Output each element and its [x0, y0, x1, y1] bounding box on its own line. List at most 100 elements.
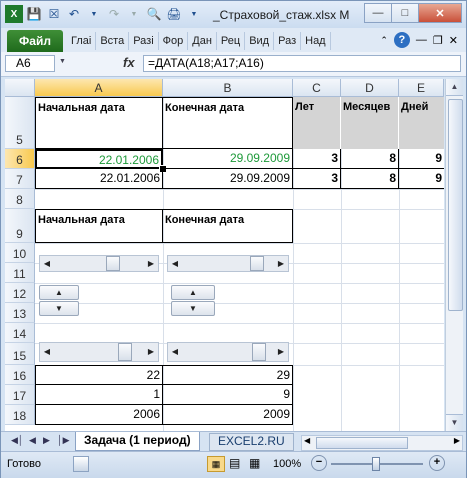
row-header-13[interactable]: 13 [5, 303, 35, 323]
column-header-e[interactable]: E [399, 79, 444, 97]
scroll-thumb[interactable] [250, 256, 264, 271]
worksheet-grid[interactable]: A B C D E 5 6 7 8 9 10 11 12 13 14 15 16… [5, 79, 444, 431]
normal-view-icon[interactable]: ▦ [207, 456, 225, 472]
print-preview-icon[interactable]: 🔍 [145, 5, 163, 23]
workbook-minimize-icon[interactable]: — [416, 34, 427, 46]
cell-a6[interactable]: 22.01.2006 [35, 149, 163, 169]
end-month-spinner-up[interactable]: ▲ [171, 285, 215, 300]
cell-d5[interactable]: Месяцев [341, 97, 399, 149]
help-icon[interactable]: ? [393, 32, 410, 48]
vertical-scrollbar[interactable]: ▲ ▼ [445, 79, 463, 431]
cell-b17[interactable]: 9 [163, 385, 293, 405]
page-break-view-icon[interactable]: ▦ [249, 456, 260, 470]
formula-input[interactable]: =ДАТА(A18;A17;A16) [143, 55, 461, 72]
close-button[interactable]: ✕ [418, 3, 462, 23]
tab-data[interactable]: Дан [188, 32, 217, 50]
row-header-18[interactable]: 18 [5, 405, 35, 425]
first-sheet-icon[interactable]: ◀│ [11, 435, 24, 446]
excel-app-icon[interactable]: X [5, 5, 23, 23]
row-header-16[interactable]: 16 [5, 365, 35, 385]
page-layout-view-icon[interactable]: ▤ [229, 456, 240, 470]
row-header-11[interactable]: 11 [5, 263, 35, 283]
tab-formulas[interactable]: Фор [159, 32, 189, 50]
minimize-button[interactable]: — [364, 3, 392, 23]
row-header-12[interactable]: 12 [5, 283, 35, 303]
scroll-left-icon[interactable]: ◀ [40, 256, 54, 271]
workbook-restore-icon[interactable]: ❐ [433, 34, 443, 47]
scroll-left-icon[interactable]: ◀ [168, 343, 182, 358]
cell-d7[interactable]: 8 [341, 169, 399, 189]
cell-b5[interactable]: Конечная дата [163, 97, 293, 149]
start-year-scrollbar[interactable]: ◀ ▶ [39, 342, 159, 362]
tab-view[interactable]: Вид [245, 32, 275, 50]
cell-a17[interactable]: 1 [35, 385, 163, 405]
undo-icon[interactable]: ↶ [65, 5, 83, 23]
tab-page-layout[interactable]: Разі [129, 32, 159, 50]
scroll-left-icon[interactable]: ◀ [40, 343, 54, 358]
column-header-b[interactable]: B [163, 79, 293, 97]
scroll-thumb[interactable] [106, 256, 120, 271]
tab-developer[interactable]: Раз [274, 32, 302, 50]
cell-a5[interactable]: Начальная дата [35, 97, 163, 149]
zoom-in-icon[interactable]: + [429, 455, 445, 471]
next-sheet-icon[interactable]: ▶ [43, 435, 50, 446]
scroll-thumb[interactable] [252, 343, 266, 361]
workbook-close-icon[interactable]: ✕ [449, 34, 458, 47]
horizontal-scrollbar[interactable]: ◀ ▶ [301, 435, 463, 451]
cell-e6[interactable]: 9 [399, 149, 444, 169]
cell-b6[interactable]: 29.09.2009 [163, 149, 293, 169]
zoom-out-icon[interactable]: − [311, 455, 327, 471]
start-day-scrollbar[interactable]: ◀ ▶ [39, 255, 159, 272]
cell-b18[interactable]: 2009 [163, 405, 293, 425]
sheet-tab-excel2[interactable]: EXCEL2.RU [209, 433, 294, 451]
cell-b16[interactable]: 29 [163, 365, 293, 385]
cell-b9[interactable]: Конечная дата [163, 209, 293, 243]
scroll-right-icon[interactable]: ▶ [454, 436, 460, 445]
select-all-corner[interactable] [5, 79, 35, 97]
cell-c6[interactable]: 3 [293, 149, 341, 169]
vertical-scroll-thumb[interactable] [448, 99, 463, 311]
end-month-spinner-down[interactable]: ▼ [171, 301, 215, 316]
horizontal-scroll-thumb[interactable] [316, 437, 408, 449]
cell-b7[interactable]: 29.09.2009 [163, 169, 293, 189]
cell-c5[interactable]: Лет [293, 97, 341, 149]
cell-e7[interactable]: 9 [399, 169, 444, 189]
row-header-6[interactable]: 6 [5, 149, 35, 169]
row-header-17[interactable]: 17 [5, 385, 35, 405]
start-month-spinner-up[interactable]: ▲ [39, 285, 79, 300]
cell-a9[interactable]: Начальная дата [35, 209, 163, 243]
tab-insert[interactable]: Вста [96, 32, 130, 50]
tab-addins[interactable]: Над [301, 32, 331, 50]
row-header-7[interactable]: 7 [5, 169, 35, 189]
row-header-14[interactable]: 14 [5, 323, 35, 343]
minimize-ribbon-icon[interactable]: ⌃ [380, 35, 388, 46]
name-box-dropdown-icon[interactable]: ▼ [59, 58, 66, 65]
row-header-10[interactable]: 10 [5, 243, 35, 263]
row-header-5[interactable]: 5 [5, 97, 35, 149]
scroll-right-icon[interactable]: ▶ [274, 343, 288, 358]
prev-sheet-icon[interactable]: ◀ [29, 435, 36, 446]
scroll-thumb[interactable] [118, 343, 132, 361]
tab-home[interactable]: Глаі [67, 32, 97, 50]
scroll-right-icon[interactable]: ▶ [144, 256, 158, 271]
scroll-left-icon[interactable]: ◀ [304, 436, 310, 445]
redo-icon[interactable]: ↷ [105, 5, 123, 23]
cell-d6[interactable]: 8 [341, 149, 399, 169]
close-file-icon[interactable]: ☒ [45, 5, 63, 23]
last-sheet-icon[interactable]: │▶ [57, 435, 70, 446]
undo-dropdown-icon[interactable]: ▼ [85, 5, 103, 23]
row-header-15[interactable]: 15 [5, 343, 35, 365]
zoom-level[interactable]: 100% [273, 458, 301, 470]
name-box[interactable]: A6 [5, 55, 55, 72]
scroll-right-icon[interactable]: ▶ [144, 343, 158, 358]
column-header-c[interactable]: C [293, 79, 341, 97]
save-icon[interactable]: 💾 [25, 5, 43, 23]
end-day-scrollbar[interactable]: ◀ ▶ [167, 255, 289, 272]
start-month-spinner-down[interactable]: ▼ [39, 301, 79, 316]
cell-a18[interactable]: 2006 [35, 405, 163, 425]
scroll-down-icon[interactable]: ▼ [446, 414, 463, 431]
scroll-right-icon[interactable]: ▶ [274, 256, 288, 271]
end-year-scrollbar[interactable]: ◀ ▶ [167, 342, 289, 362]
cell-a7[interactable]: 22.01.2006 [35, 169, 163, 189]
row-header-9[interactable]: 9 [5, 209, 35, 243]
